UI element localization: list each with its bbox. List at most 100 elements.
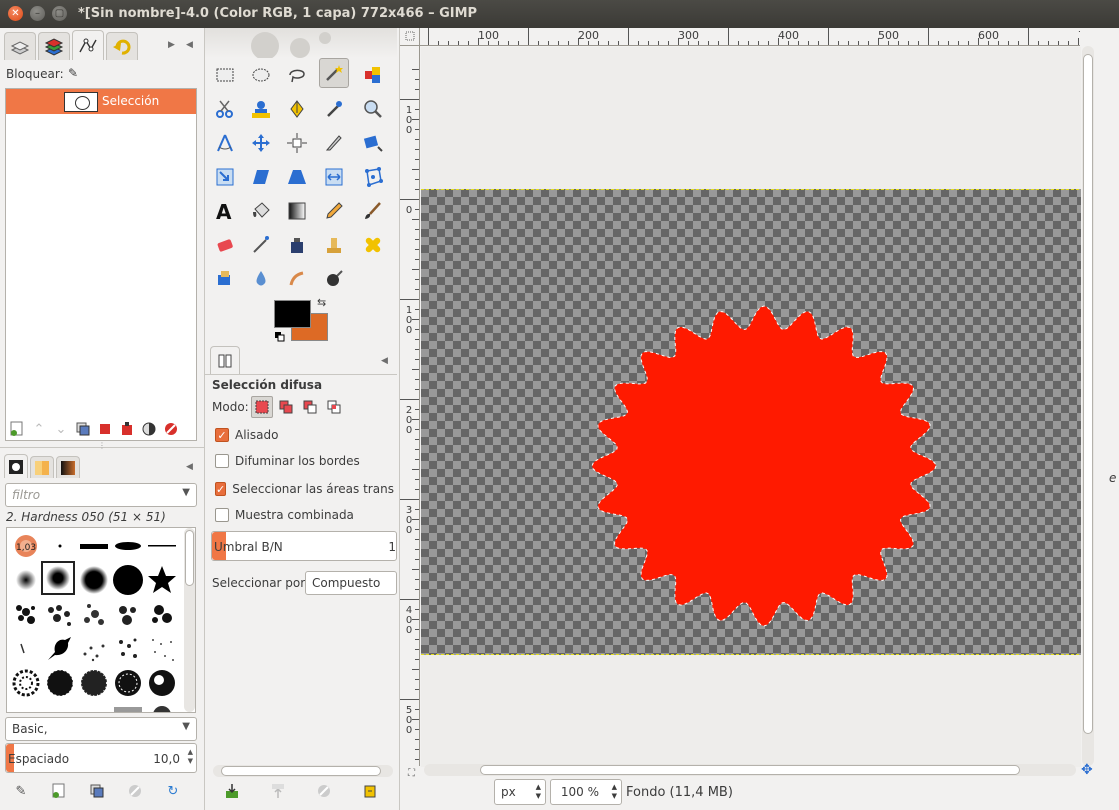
edit-brush-icon[interactable]: ✎ <box>10 781 32 801</box>
smudge-tool[interactable] <box>282 264 312 294</box>
paintbrush-tool[interactable] <box>358 196 388 226</box>
threshold-value[interactable]: 1 <box>388 540 396 554</box>
scrollbar-thumb[interactable] <box>480 765 1020 775</box>
undo-history-tab[interactable] <box>106 32 138 60</box>
spin-arrows-icon[interactable]: ▲ ▼ <box>188 748 193 766</box>
dock-menu-icon[interactable]: ◀ <box>186 40 193 50</box>
brush-tile[interactable] <box>43 598 77 632</box>
anchor-layer-icon[interactable] <box>94 419 116 439</box>
delete-options-icon[interactable] <box>313 781 335 801</box>
brush-tile[interactable] <box>111 598 145 632</box>
text-tool[interactable]: A <box>210 196 240 226</box>
brush-tile[interactable] <box>145 563 179 597</box>
brush-tile[interactable] <box>9 563 43 597</box>
vertical-ruler[interactable]: 100 0 100 200 300 400 500 <box>400 46 420 766</box>
ruler-corner[interactable] <box>400 28 420 46</box>
brush-tile[interactable] <box>9 666 43 700</box>
delete-brush-icon[interactable] <box>124 781 146 801</box>
lock-alpha-icon[interactable]: ✎ <box>68 66 78 80</box>
mode-intersect-button[interactable] <box>323 396 345 418</box>
threshold-slider[interactable]: Umbral B/N 1 <box>211 531 397 561</box>
restore-options-icon[interactable] <box>267 781 289 801</box>
pencil-tool[interactable] <box>319 196 349 226</box>
new-brush-icon[interactable] <box>48 781 70 801</box>
brush-tile[interactable] <box>111 529 145 563</box>
brush-tile[interactable] <box>9 632 43 666</box>
raise-layer-icon[interactable]: ⌃ <box>28 419 50 439</box>
feather-edges-checkbox[interactable] <box>215 454 229 468</box>
paths-tab[interactable] <box>72 30 104 60</box>
shear-tool[interactable] <box>246 162 276 192</box>
flip-tool[interactable] <box>319 162 349 192</box>
blur-tool[interactable] <box>246 264 276 294</box>
brush-grid-scrollbar[interactable] <box>184 528 195 712</box>
layers-tab[interactable] <box>4 32 36 60</box>
crop-tool[interactable] <box>319 128 349 158</box>
brush-tile[interactable] <box>77 632 111 666</box>
refresh-brushes-icon[interactable]: ↻ <box>162 781 184 801</box>
bucket-fill-tool[interactable] <box>246 196 276 226</box>
patterns-tab[interactable] <box>30 456 54 478</box>
brush-tile[interactable] <box>43 632 77 666</box>
canvas-vertical-scrollbar[interactable] <box>1082 46 1094 766</box>
brush-tile[interactable] <box>145 666 179 700</box>
spacing-slider[interactable]: Espaciado 10,0 ▲ ▼ <box>5 743 197 773</box>
maximize-window-button[interactable]: ▢ <box>52 6 67 21</box>
channels-tab[interactable] <box>38 32 70 60</box>
select-by-color-tool[interactable] <box>358 60 388 90</box>
feather-edges-option[interactable]: Difuminar los bordes <box>215 451 360 471</box>
navigate-icon[interactable]: ✥ <box>1081 762 1093 778</box>
save-options-icon[interactable] <box>221 781 243 801</box>
ellipse-select-tool[interactable] <box>246 60 276 90</box>
brush-tile[interactable] <box>77 666 111 700</box>
sample-merged-option[interactable]: Muestra combinada <box>215 505 354 525</box>
duplicate-layer-icon[interactable] <box>72 419 94 439</box>
antialiasing-option[interactable]: ✓ Alisado <box>215 425 278 445</box>
reset-options-icon[interactable] <box>359 781 381 801</box>
default-colors-icon[interactable] <box>275 331 285 342</box>
heal-tool[interactable] <box>358 230 388 260</box>
perspective-clone-tool[interactable] <box>210 264 240 294</box>
brush-tile[interactable] <box>43 666 77 700</box>
align-tool[interactable] <box>282 128 312 158</box>
brush-tile[interactable] <box>77 529 111 563</box>
airbrush-tool[interactable] <box>246 230 276 260</box>
sample-merged-checkbox[interactable] <box>215 508 229 522</box>
brush-preset-dropdown[interactable]: Basic, ▼ <box>5 717 197 741</box>
brush-tile[interactable] <box>145 598 179 632</box>
scrollbar-thumb[interactable] <box>1083 54 1093 734</box>
duplicate-brush-icon[interactable] <box>86 781 108 801</box>
select-transparent-option[interactable]: ✓ Seleccionar las áreas transpa <box>215 479 395 499</box>
merge-layer-icon[interactable] <box>116 419 138 439</box>
foreground-select-tool[interactable] <box>246 94 276 124</box>
spacing-value[interactable]: 10,0 <box>153 752 180 766</box>
brush-tile[interactable] <box>111 632 145 666</box>
dock-resize-handle[interactable]: ⋮ <box>98 441 106 450</box>
move-tool[interactable] <box>246 128 276 158</box>
brush-tile[interactable] <box>9 598 43 632</box>
zoom-dropdown[interactable]: 100 % ▲ ▼ <box>550 779 622 805</box>
perspective-tool[interactable] <box>282 162 312 192</box>
brush-tile[interactable] <box>111 666 145 700</box>
brush-dock-menu-icon[interactable]: ◀ <box>186 462 193 472</box>
select-transparent-checkbox[interactable]: ✓ <box>215 482 227 496</box>
delete-layer-icon[interactable] <box>160 419 182 439</box>
brush-tile[interactable] <box>145 529 179 563</box>
canvas-horizontal-scrollbar[interactable] <box>424 764 1076 776</box>
new-layer-icon[interactable] <box>6 419 28 439</box>
ink-tool[interactable] <box>282 230 312 260</box>
brush-tile[interactable] <box>43 529 77 563</box>
brush-tile[interactable]: 1,03 <box>9 529 43 563</box>
close-window-button[interactable]: ✕ <box>8 6 23 21</box>
dodge-burn-tool[interactable] <box>319 264 349 294</box>
foreground-color-swatch[interactable] <box>274 300 311 328</box>
scissors-select-tool[interactable] <box>210 94 240 124</box>
mode-add-button[interactable] <box>275 396 297 418</box>
brush-tile[interactable] <box>77 563 111 597</box>
tool-options-menu-icon[interactable]: ◀ <box>381 356 388 366</box>
brush-tile[interactable] <box>111 563 145 597</box>
brush-tile[interactable] <box>145 698 179 712</box>
free-select-tool[interactable] <box>282 60 312 90</box>
horizontal-ruler[interactable]: 100 200 300 400 500 600 70 <box>420 28 1080 46</box>
swap-colors-icon[interactable]: ⇆ <box>317 296 326 309</box>
